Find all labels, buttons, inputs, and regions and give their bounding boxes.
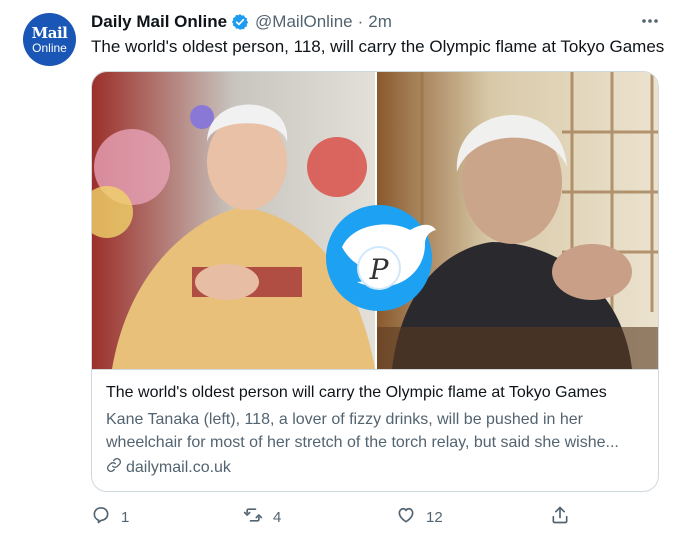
card-body[interactable]: The world's oldest person will carry the… bbox=[92, 369, 658, 491]
handle[interactable]: @MailOnline bbox=[255, 12, 353, 32]
avatar-logo-line1: Mail bbox=[31, 23, 68, 42]
display-name[interactable]: Daily Mail Online bbox=[91, 12, 227, 32]
tweet[interactable]: Mail Online Daily Mail Online @MailOnlin… bbox=[0, 0, 684, 534]
reply-icon bbox=[91, 505, 121, 529]
link-card[interactable]: P The world's oldest person will carry t… bbox=[91, 71, 659, 492]
tweet-text: The world's oldest person, 118, will car… bbox=[91, 37, 665, 56]
separator-dot: · bbox=[357, 12, 364, 31]
retweet-icon bbox=[243, 505, 273, 529]
like-count: 12 bbox=[426, 508, 443, 526]
share-icon bbox=[550, 505, 580, 529]
retweet-count: 4 bbox=[273, 508, 282, 526]
timestamp[interactable]: 2m bbox=[368, 12, 392, 32]
avatar-logo-line2: Online bbox=[32, 40, 67, 55]
card-description: Kane Tanaka (left), 118, a lover of fizz… bbox=[106, 411, 619, 451]
reply-button[interactable]: 1 bbox=[91, 505, 129, 529]
like-button[interactable]: 12 bbox=[396, 505, 443, 529]
card-image[interactable]: P bbox=[92, 72, 658, 369]
link-icon bbox=[106, 457, 126, 478]
retweet-button[interactable]: 4 bbox=[243, 505, 281, 529]
card-domain: dailymail.co.uk bbox=[126, 458, 231, 476]
reply-count: 1 bbox=[121, 508, 130, 526]
svg-text:P: P bbox=[369, 253, 390, 286]
verified-badge-icon bbox=[231, 13, 249, 31]
avatar[interactable]: Mail Online bbox=[23, 13, 76, 66]
card-link[interactable]: dailymail.co.uk bbox=[106, 457, 231, 478]
more-options-icon[interactable] bbox=[639, 10, 661, 32]
tweet-header: Daily Mail Online @MailOnline · 2m bbox=[91, 12, 392, 32]
share-button[interactable] bbox=[550, 505, 580, 529]
heart-icon bbox=[396, 505, 426, 529]
card-title[interactable]: The world's oldest person will carry the… bbox=[106, 384, 607, 402]
action-bar: 1 4 12 bbox=[91, 505, 571, 529]
